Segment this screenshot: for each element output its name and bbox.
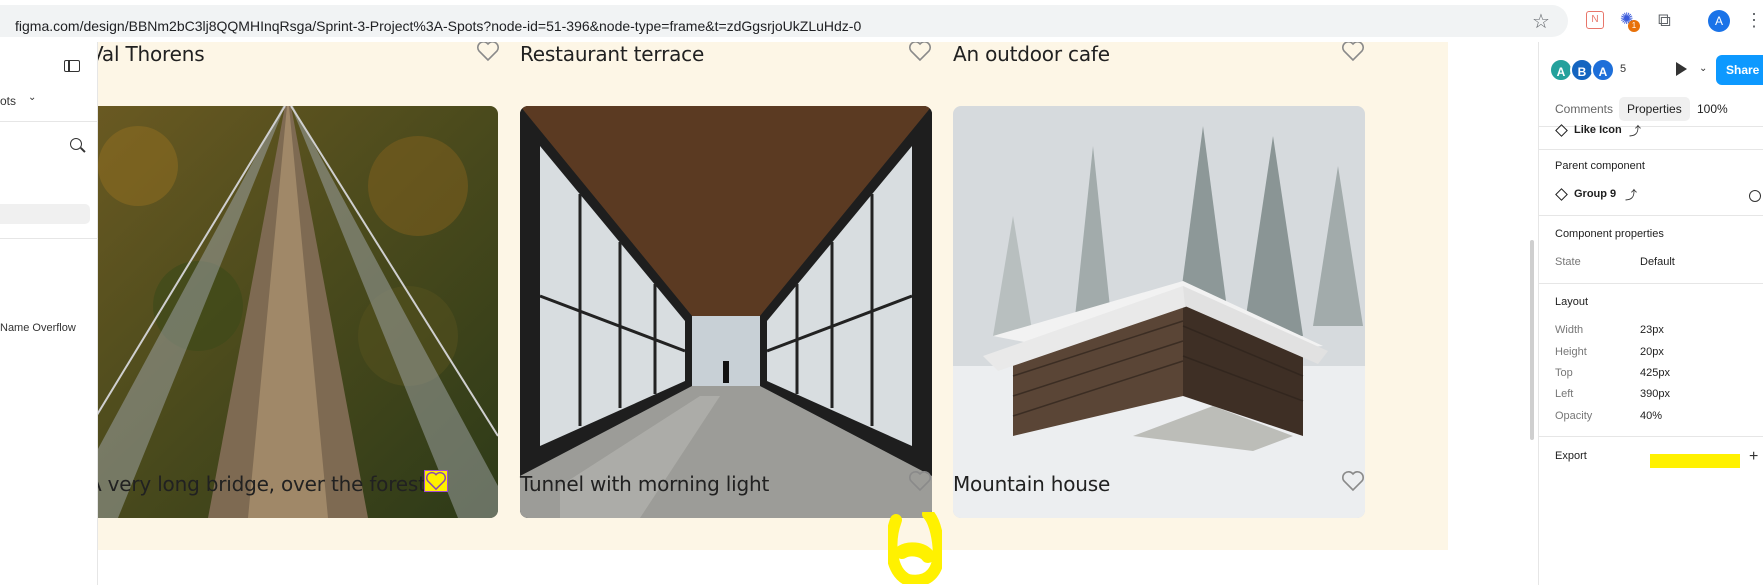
extensions-puzzle-icon[interactable]: ⧉: [1658, 11, 1676, 29]
top-value[interactable]: 425px: [1640, 367, 1670, 379]
bookmark-star-icon[interactable]: ☆: [1532, 9, 1550, 34]
component-icon: [1555, 188, 1568, 201]
like-heart-icon[interactable]: [1341, 470, 1365, 492]
card-title[interactable]: A very long bridge, over the forest...: [98, 472, 444, 496]
card-title[interactable]: Mountain house: [953, 472, 1110, 496]
layout-heading: Layout: [1555, 296, 1589, 308]
layers-panel: ots ⌄ Name Overflow: [0, 42, 98, 585]
share-button[interactable]: Share: [1716, 55, 1763, 85]
search-icon[interactable]: [70, 138, 82, 150]
card-image-bridge[interactable]: [98, 106, 498, 518]
parent-component-name[interactable]: Group 9: [1574, 188, 1616, 200]
height-label: Height: [1555, 346, 1587, 358]
card-title[interactable]: Val Thorens: [98, 42, 205, 66]
divider: [1539, 283, 1763, 284]
left-value[interactable]: 390px: [1640, 388, 1670, 400]
card-title[interactable]: Restaurant terrace: [520, 42, 704, 66]
card-image-mountain-house[interactable]: [953, 106, 1365, 518]
opacity-value[interactable]: 40%: [1640, 410, 1662, 422]
left-label: Left: [1555, 388, 1574, 400]
like-heart-icon[interactable]: [908, 42, 932, 62]
width-label: Width: [1555, 324, 1584, 336]
chevron-down-icon[interactable]: ⌄: [28, 92, 36, 103]
state-label: State: [1555, 256, 1581, 268]
zoom-dropdown[interactable]: 100%: [1697, 97, 1728, 121]
chevron-down-icon[interactable]: ⌄: [1699, 63, 1707, 74]
browser-toolbar: figma.com/design/BBNm2bC3lj8QQMHInqRsga/…: [0, 0, 1763, 42]
go-to-parent-icon[interactable]: ⤴: [1625, 186, 1637, 203]
add-export-icon[interactable]: +: [1749, 448, 1758, 466]
state-value[interactable]: Default: [1640, 256, 1675, 268]
profile-avatar[interactable]: A: [1708, 10, 1730, 32]
collaborator-avatar[interactable]: A: [1591, 58, 1615, 82]
like-heart-icon[interactable]: [1341, 42, 1365, 62]
selected-layer-row[interactable]: [0, 204, 90, 224]
top-label: Top: [1555, 367, 1573, 379]
divider: [0, 121, 98, 122]
width-value[interactable]: 23px: [1640, 324, 1664, 336]
properties-panel: A B A 5 ⌄ Share Comments Properties 100%…: [1538, 42, 1763, 585]
canvas-scrollbar[interactable]: [1530, 240, 1534, 440]
divider: [1539, 436, 1763, 437]
tab-comments[interactable]: Comments: [1555, 97, 1613, 121]
browser-menu-icon[interactable]: ⋮: [1745, 11, 1763, 29]
design-canvas[interactable]: Val Thorens Restaurant terrace An outdoo…: [98, 42, 1538, 585]
card-title[interactable]: An outdoor cafe: [953, 42, 1110, 66]
url-text[interactable]: figma.com/design/BBNm2bC3lj8QQMHInqRsga/…: [15, 18, 861, 34]
opacity-label: Opacity: [1555, 410, 1593, 422]
pages-dropdown-label[interactable]: ots: [0, 94, 16, 108]
like-heart-icon-selected[interactable]: [424, 470, 448, 492]
divider: [0, 238, 98, 239]
select-instance-icon[interactable]: [1749, 190, 1761, 202]
component-properties-heading: Component properties: [1555, 228, 1664, 240]
export-heading: Export: [1555, 450, 1587, 462]
go-to-main-component-icon[interactable]: ⤴: [1629, 122, 1641, 139]
parent-component-heading: Parent component: [1555, 160, 1645, 172]
collaborator-count[interactable]: 5: [1620, 63, 1626, 75]
tab-properties[interactable]: Properties: [1619, 97, 1690, 121]
divider: [1539, 215, 1763, 216]
yellow-highlight: [1650, 454, 1740, 468]
component-name[interactable]: Like Icon: [1574, 124, 1622, 136]
extension-icon[interactable]: N: [1586, 11, 1604, 29]
present-play-icon[interactable]: [1676, 62, 1687, 76]
frame-cards[interactable]: Val Thorens Restaurant terrace An outdoo…: [98, 42, 1448, 550]
height-value[interactable]: 20px: [1640, 346, 1664, 358]
divider: [1539, 149, 1763, 150]
divider: [1539, 126, 1763, 127]
card-title[interactable]: Tunnel with morning light: [520, 472, 769, 496]
layer-item[interactable]: Name Overflow: [0, 322, 76, 334]
canvas-background: [98, 550, 1538, 585]
sidebar-toggle-icon[interactable]: [64, 60, 80, 72]
yellow-highlight-scribble: [888, 512, 942, 584]
card-image-tunnel[interactable]: [520, 106, 932, 518]
like-heart-icon[interactable]: [476, 42, 500, 62]
extension-badge: 1: [1628, 20, 1640, 32]
like-heart-icon[interactable]: [908, 470, 932, 492]
address-bar[interactable]: figma.com/design/BBNm2bC3lj8QQMHInqRsga/…: [0, 5, 1568, 37]
